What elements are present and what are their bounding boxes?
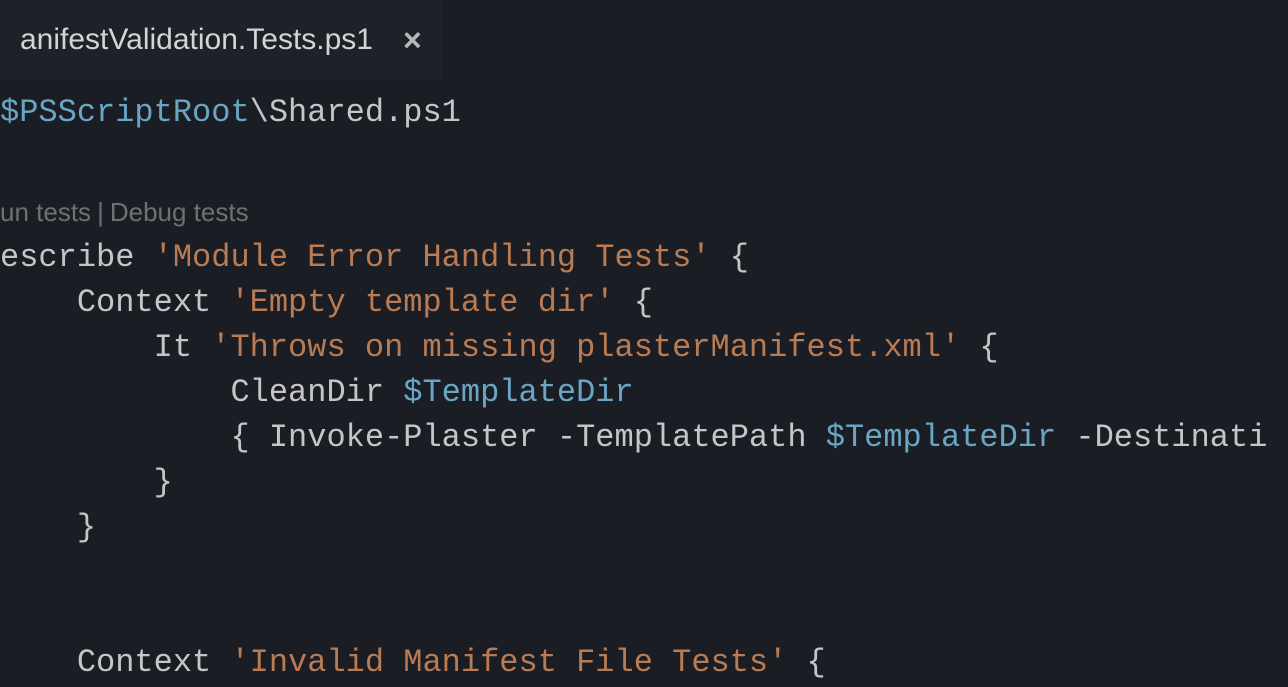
- code-editor[interactable]: $PSScriptRoot\Shared.ps1 un tests|Debug …: [0, 90, 1288, 685]
- codelens-row: un tests|Debug tests: [0, 190, 1288, 235]
- text-token: CleanDir: [230, 374, 403, 411]
- text-token: -Destinati: [1056, 419, 1267, 456]
- indent: [0, 284, 77, 321]
- brace-token: }: [154, 464, 173, 501]
- codelens-separator: |: [97, 197, 104, 227]
- indent: [0, 374, 230, 411]
- text-token: { Invoke-Plaster -TemplatePath: [230, 419, 825, 456]
- code-line: }: [0, 505, 1288, 550]
- string-token: 'Module Error Handling Tests': [154, 239, 711, 276]
- code-line: { Invoke-Plaster -TemplatePath $Template…: [0, 415, 1288, 460]
- indent: [0, 329, 154, 366]
- string-token: 'Empty template dir': [230, 284, 614, 321]
- text-token: \Shared.ps1: [250, 94, 461, 131]
- string-token: 'Throws on missing plasterManifest.xml': [211, 329, 960, 366]
- code-line: $PSScriptRoot\Shared.ps1: [0, 90, 1288, 135]
- debug-tests-link[interactable]: Debug tests: [110, 197, 249, 227]
- code-line: Context 'Empty template dir' {: [0, 280, 1288, 325]
- code-line: escribe 'Module Error Handling Tests' {: [0, 235, 1288, 280]
- indent: [0, 419, 230, 456]
- indent: [0, 644, 77, 681]
- tab-bar: anifestValidation.Tests.ps1 ×: [0, 0, 1288, 80]
- variable-token: $TemplateDir: [826, 419, 1056, 456]
- code-line: }: [0, 460, 1288, 505]
- code-line: It 'Throws on missing plasterManifest.xm…: [0, 325, 1288, 370]
- brace-token: {: [960, 329, 998, 366]
- editor-tab[interactable]: anifestValidation.Tests.ps1 ×: [0, 0, 442, 80]
- brace-token: }: [77, 509, 96, 546]
- brace-token: {: [711, 239, 749, 276]
- text-token: escribe: [0, 239, 154, 276]
- variable-token: $PSScriptRoot: [0, 94, 250, 131]
- text-token: It: [154, 329, 212, 366]
- code-line: CleanDir $TemplateDir: [0, 370, 1288, 415]
- text-token: Context: [77, 284, 231, 321]
- tab-title: anifestValidation.Tests.ps1: [20, 23, 373, 57]
- brace-token: {: [615, 284, 653, 321]
- variable-token: $TemplateDir: [403, 374, 633, 411]
- indent: [0, 509, 77, 546]
- close-icon[interactable]: ×: [403, 22, 422, 59]
- string-token: 'Invalid Manifest File Tests': [230, 644, 787, 681]
- brace-token: {: [787, 644, 825, 681]
- code-line: Context 'Invalid Manifest File Tests' {: [0, 640, 1288, 685]
- text-token: Context: [77, 644, 231, 681]
- indent: [0, 464, 154, 501]
- run-tests-link[interactable]: un tests: [0, 197, 91, 227]
